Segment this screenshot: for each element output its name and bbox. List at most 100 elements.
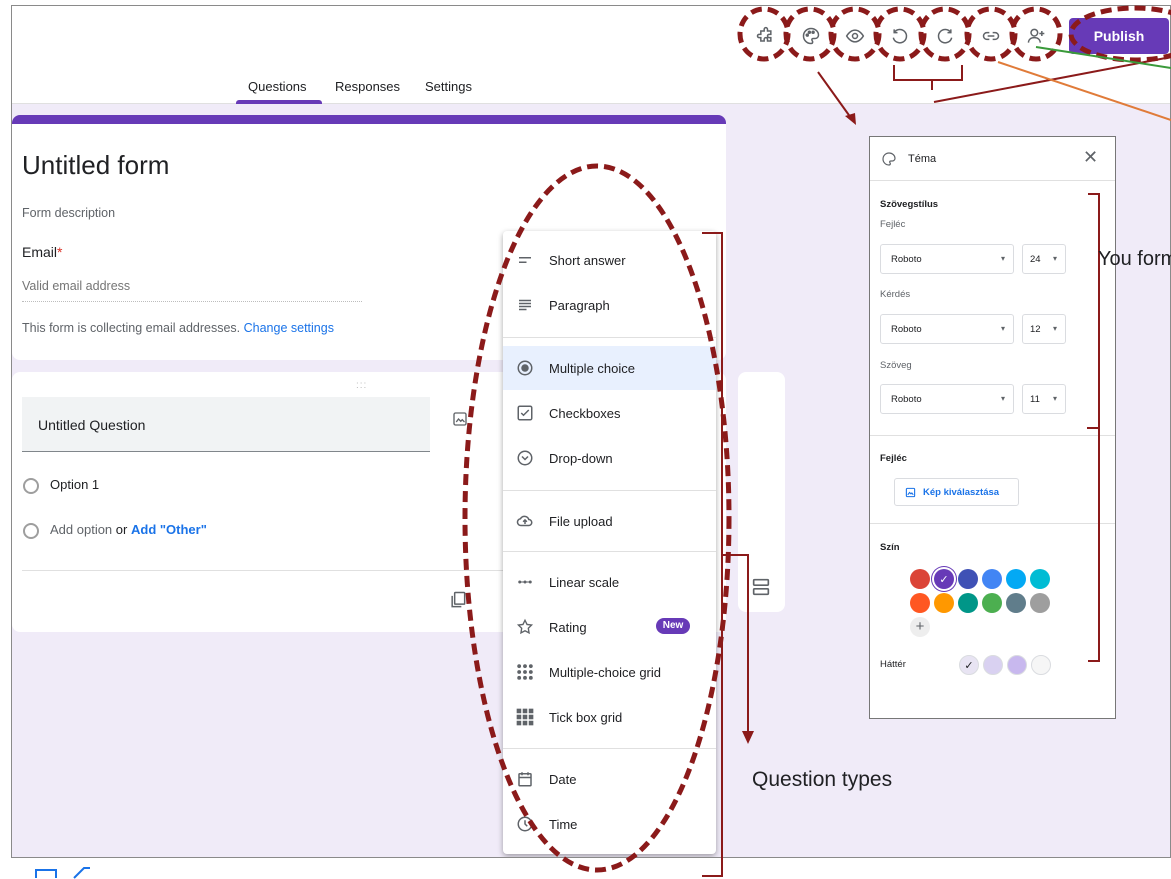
form-title[interactable]: Untitled form [22,150,169,181]
form-description[interactable]: Form description [22,206,115,220]
menu-item-label: Multiple-choice grid [549,665,661,680]
close-icon[interactable]: ✕ [1083,147,1098,168]
menu-item-label: Rating [549,620,587,635]
top-bar: Publish Questions Responses Settings [12,6,1170,104]
clock-icon [515,814,535,834]
menu-item-label: Linear scale [549,575,620,590]
menu-item-short-answer[interactable]: Short answer [503,238,716,282]
background-swatch[interactable] [1007,655,1027,675]
add-ons-icon[interactable] [752,23,778,49]
color-swatch[interactable]: ✓ [934,569,954,589]
background-swatch[interactable]: ✓ [959,655,979,675]
header-image-heading: Fejléc [880,453,907,464]
color-swatch[interactable] [1030,569,1050,589]
menu-item-label: Paragraph [549,298,610,313]
undo-icon[interactable] [887,23,913,49]
google-forms-editor: Publish Questions Responses Settings Unt… [11,5,1171,858]
header-font-label: Fejléc [880,219,906,230]
color-swatch[interactable] [1006,593,1026,613]
color-swatch[interactable] [910,569,930,589]
background-swatch[interactable] [983,655,1003,675]
color-swatch[interactable] [1030,593,1050,613]
text-size-select[interactable]: 11 ▾ [1022,384,1066,414]
menu-item-multiple-choice-grid[interactable]: Multiple-choice grid [503,650,716,694]
header-font-select[interactable]: Roboto ▾ [880,244,1014,274]
option-radio[interactable] [23,478,39,494]
menu-item-label: Short answer [549,253,626,268]
floating-toolbar [738,372,785,612]
change-settings-link[interactable]: Change settings [244,321,334,335]
chevron-down-icon: ▾ [1000,394,1005,403]
background-swatch[interactable] [1031,655,1051,675]
short-text-icon [515,250,535,270]
radio-button-icon [515,358,535,378]
add-option-link[interactable]: Add option [50,522,112,537]
required-asterisk: * [57,244,63,260]
menu-item-linear-scale[interactable]: Linear scale [503,560,716,604]
header-size-select[interactable]: 24 ▾ [1022,244,1066,274]
color-swatch[interactable] [1006,569,1026,589]
redo-icon[interactable] [932,23,958,49]
add-other-link[interactable]: Add "Other" [131,522,207,537]
color-swatch[interactable] [910,593,930,613]
color-swatch[interactable] [934,593,954,613]
add-image-icon[interactable] [451,410,469,433]
question-font-label: Kérdés [880,289,911,300]
link-icon[interactable] [978,23,1004,49]
menu-item-label: Checkboxes [549,406,621,421]
menu-item-multiple-choice[interactable]: Multiple choice [503,346,716,390]
menu-item-rating[interactable]: Rating New [503,605,716,649]
linear-scale-icon [515,572,535,592]
menu-item-file-upload[interactable]: File upload [503,499,716,543]
theme-panel-title: Téma [908,153,937,165]
menu-item-label: Tick box grid [549,710,623,725]
text-font-value: Roboto [891,394,922,405]
option-1-label[interactable]: Option 1 [50,477,99,492]
menu-item-label: Multiple choice [549,361,635,376]
preview-eye-icon[interactable] [842,23,868,49]
question-size-select[interactable]: 12 ▾ [1022,314,1066,344]
menu-divider [503,748,716,749]
duplicate-icon[interactable] [448,590,468,615]
color-swatch[interactable] [958,593,978,613]
choose-image-label: Kép kiválasztása [923,486,1000,498]
add-collaborator-icon[interactable] [1023,23,1049,49]
email-field[interactable] [22,279,362,302]
text-font-select[interactable]: Roboto ▾ [880,384,1014,414]
choose-image-button[interactable]: Kép kiválasztása [894,478,1019,506]
tab-settings[interactable]: Settings [425,79,472,94]
annotation-side-note: You form imag and size, [1098,248,1171,270]
question-font-select[interactable]: Roboto ▾ [880,314,1014,344]
grid-dots-icon [515,662,535,682]
chevron-down-icon: ▾ [1052,254,1057,263]
chevron-down-icon: ▾ [1000,254,1005,263]
email-label: Email* [22,244,62,260]
menu-item-drop-down[interactable]: Drop-down [503,436,716,480]
color-swatch[interactable] [982,569,1002,589]
calendar-icon [515,769,535,789]
color-heading: Szín [880,542,900,553]
tab-responses[interactable]: Responses [335,79,400,94]
menu-item-time[interactable]: Time [503,802,716,846]
color-swatch[interactable] [982,593,1002,613]
menu-divider [503,551,716,552]
publish-button[interactable]: Publish [1069,18,1169,54]
question-title-field[interactable]: Untitled Question [22,397,430,452]
text-size-value: 11 [1030,394,1040,405]
add-section-icon[interactable] [750,576,772,603]
color-swatch[interactable] [958,569,978,589]
menu-item-label: Drop-down [549,451,613,466]
menu-item-paragraph[interactable]: Paragraph [503,283,716,327]
add-option-radio [23,523,39,539]
menu-item-checkboxes[interactable]: Checkboxes [503,391,716,435]
corner-decoration-icon [34,866,104,879]
tab-questions[interactable]: Questions [248,79,307,94]
question-font-value: Roboto [891,324,922,335]
checkbox-icon [515,403,535,423]
drag-handle-icon[interactable]: ::: [356,380,367,391]
menu-item-tick-box-grid[interactable]: Tick box grid [503,695,716,739]
menu-item-date[interactable]: Date [503,757,716,801]
palette-icon[interactable] [798,23,824,49]
add-color-button[interactable]: + [910,617,930,637]
text-font-label: Szöveg [880,360,912,371]
